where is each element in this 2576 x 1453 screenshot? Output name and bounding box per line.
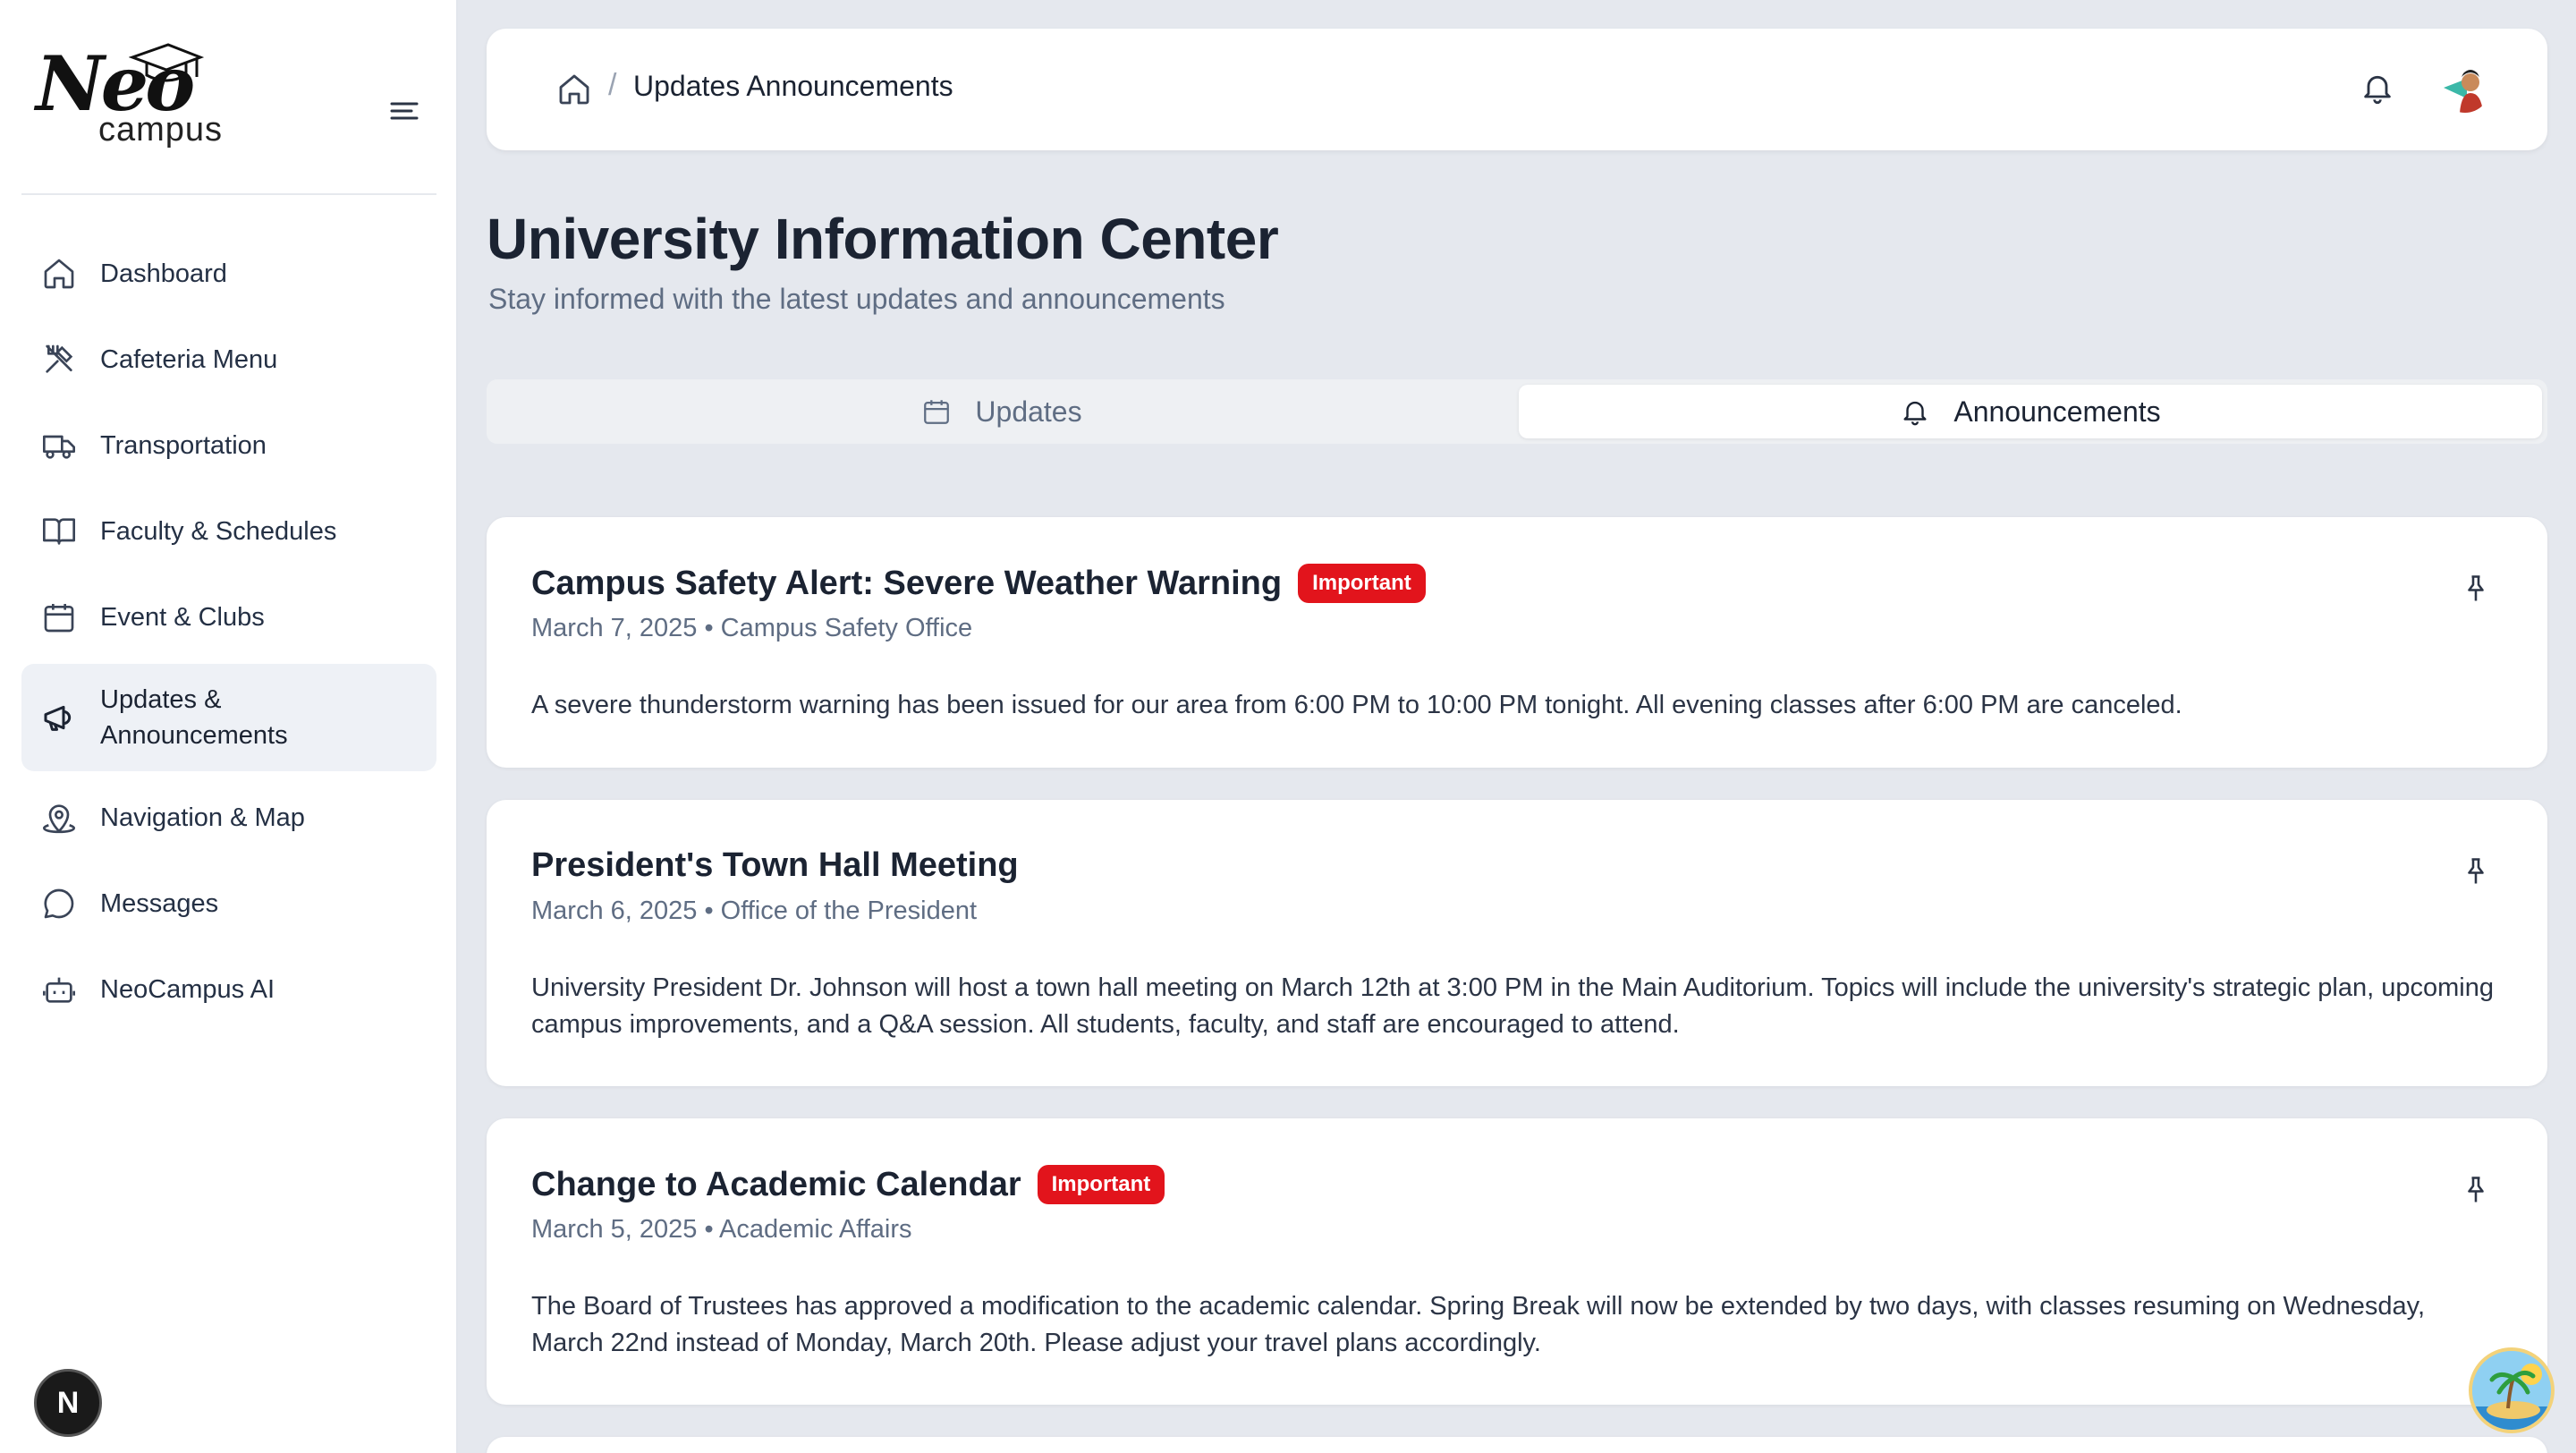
announcement-card[interactable]: Change to Academic Calendar Important Ma… bbox=[487, 1118, 2547, 1405]
announcement-body: The Board of Trustees has approved a mod… bbox=[531, 1292, 2426, 1357]
breadcrumb-current: Updates Announcements bbox=[633, 70, 953, 102]
announcement-body: A severe thunderstorm warning has been i… bbox=[531, 691, 2182, 719]
label-line-2: Announcements bbox=[100, 721, 288, 750]
sidebar-item-events[interactable]: Event & Clubs bbox=[21, 574, 436, 660]
pin-icon[interactable] bbox=[2460, 1174, 2492, 1206]
bot-icon bbox=[43, 977, 75, 1003]
pin-icon[interactable] bbox=[2460, 855, 2492, 888]
calendar-icon bbox=[924, 400, 950, 424]
home-icon bbox=[44, 259, 74, 289]
announcement-meta: March 5, 2025 • Academic Affairs bbox=[531, 1215, 912, 1244]
announcement-card[interactable]: Campus Safety Alert: Severe Weather Warn… bbox=[487, 517, 2547, 768]
announcement-title: President's Town Hall Meeting bbox=[531, 846, 1019, 884]
card-title-row: President's Town Hall Meeting bbox=[531, 846, 1019, 885]
sidebar-item-navigation[interactable]: Navigation & Map bbox=[21, 775, 436, 861]
sidebar-item-label: Transportation bbox=[100, 430, 267, 460]
announcement-body: University President Dr. Johnson will ho… bbox=[531, 973, 2494, 1039]
sidebar-item-label: Navigation & Map bbox=[100, 803, 305, 832]
tab-list: Updates Announcements bbox=[487, 379, 2547, 444]
sidebar-item-label: Cafeteria Menu bbox=[100, 344, 278, 374]
avatar-image bbox=[2440, 63, 2490, 113]
dev-tools-badge[interactable]: N bbox=[34, 1369, 102, 1437]
tab-updates[interactable]: Updates bbox=[492, 385, 1512, 438]
sidebar-item-label: Dashboard bbox=[100, 259, 227, 288]
megaphone-icon bbox=[44, 705, 72, 731]
announcement-meta: March 7, 2025 • Campus Safety Office bbox=[531, 614, 973, 642]
card-title-row: Change to Academic Calendar Important bbox=[531, 1165, 1165, 1204]
utensils-icon bbox=[46, 344, 73, 373]
announcement-card[interactable]: President's Town Hall Meeting March 6, 2… bbox=[487, 800, 2547, 1086]
announcement-card[interactable] bbox=[487, 1437, 2547, 1453]
tab-label: Announcements bbox=[1953, 395, 2161, 428]
assistant-fab[interactable] bbox=[2469, 1347, 2555, 1433]
sidebar-item-messages[interactable]: Messages bbox=[21, 861, 436, 947]
page-subtitle: Stay informed with the latest updates an… bbox=[488, 283, 1225, 315]
announcement-meta: March 6, 2025 • Office of the President bbox=[531, 896, 978, 925]
notifications-bell-icon[interactable] bbox=[2360, 70, 2395, 106]
user-avatar[interactable] bbox=[2440, 63, 2490, 113]
sidebar-toggle-button[interactable] bbox=[386, 97, 422, 125]
sidebar-item-label: Faculty & Schedules bbox=[100, 516, 337, 546]
tab-label: Updates bbox=[975, 395, 1082, 428]
breadcrumb-separator: / bbox=[608, 68, 617, 102]
card-title-row: Campus Safety Alert: Severe Weather Warn… bbox=[531, 564, 1426, 603]
book-icon bbox=[43, 518, 75, 545]
announcement-title: Change to Academic Calendar bbox=[531, 1165, 1021, 1203]
bell-icon bbox=[1903, 401, 1927, 426]
tab-announcements[interactable]: Announcements bbox=[1519, 385, 2542, 438]
announcement-title: Campus Safety Alert: Severe Weather Warn… bbox=[531, 564, 1283, 602]
sidebar-item-label: Messages bbox=[100, 888, 219, 918]
sidebar-item-transportation[interactable]: Transportation bbox=[21, 403, 436, 489]
logo-text-sub: campus bbox=[98, 111, 224, 149]
menu-icon bbox=[390, 102, 419, 120]
top-header: / Updates Announcements bbox=[487, 29, 2547, 150]
message-icon bbox=[44, 888, 74, 919]
neocampus-logo[interactable]: Neo campus bbox=[36, 36, 250, 161]
sidebar: Neo campus Dashboard Cafeteria Menu Tran… bbox=[0, 0, 458, 1453]
breadcrumb-home-icon[interactable] bbox=[556, 72, 592, 107]
sidebar-item-faculty[interactable]: Faculty & Schedules bbox=[21, 489, 436, 574]
sidebar-nav: Dashboard Cafeteria Menu Transportation … bbox=[21, 231, 436, 1032]
graduation-cap-icon bbox=[129, 43, 204, 82]
island-icon bbox=[2472, 1351, 2551, 1430]
sidebar-item-neocampus-ai[interactable]: NeoCampus AI bbox=[21, 947, 436, 1032]
sidebar-item-updates-announcements[interactable]: Updates & Announcements bbox=[21, 664, 436, 771]
label-line-1: Updates & bbox=[100, 685, 222, 714]
calendar-icon bbox=[44, 604, 74, 633]
sidebar-item-dashboard[interactable]: Dashboard bbox=[21, 231, 436, 317]
important-badge: Important bbox=[1298, 564, 1426, 603]
truck-icon bbox=[43, 435, 75, 459]
app-root: Neo campus Dashboard Cafeteria Menu Tran… bbox=[0, 0, 2576, 1453]
pin-icon[interactable] bbox=[2460, 573, 2492, 605]
sidebar-item-label: NeoCampus AI bbox=[100, 974, 275, 1004]
sidebar-item-label: Updates & Announcements bbox=[100, 682, 288, 753]
page-title: University Information Center bbox=[487, 207, 1279, 271]
important-badge: Important bbox=[1037, 1165, 1165, 1204]
sidebar-item-cafeteria[interactable]: Cafeteria Menu bbox=[21, 317, 436, 403]
map-pin-icon bbox=[43, 804, 75, 834]
sidebar-item-label: Event & Clubs bbox=[100, 602, 265, 632]
sidebar-divider bbox=[21, 193, 436, 195]
